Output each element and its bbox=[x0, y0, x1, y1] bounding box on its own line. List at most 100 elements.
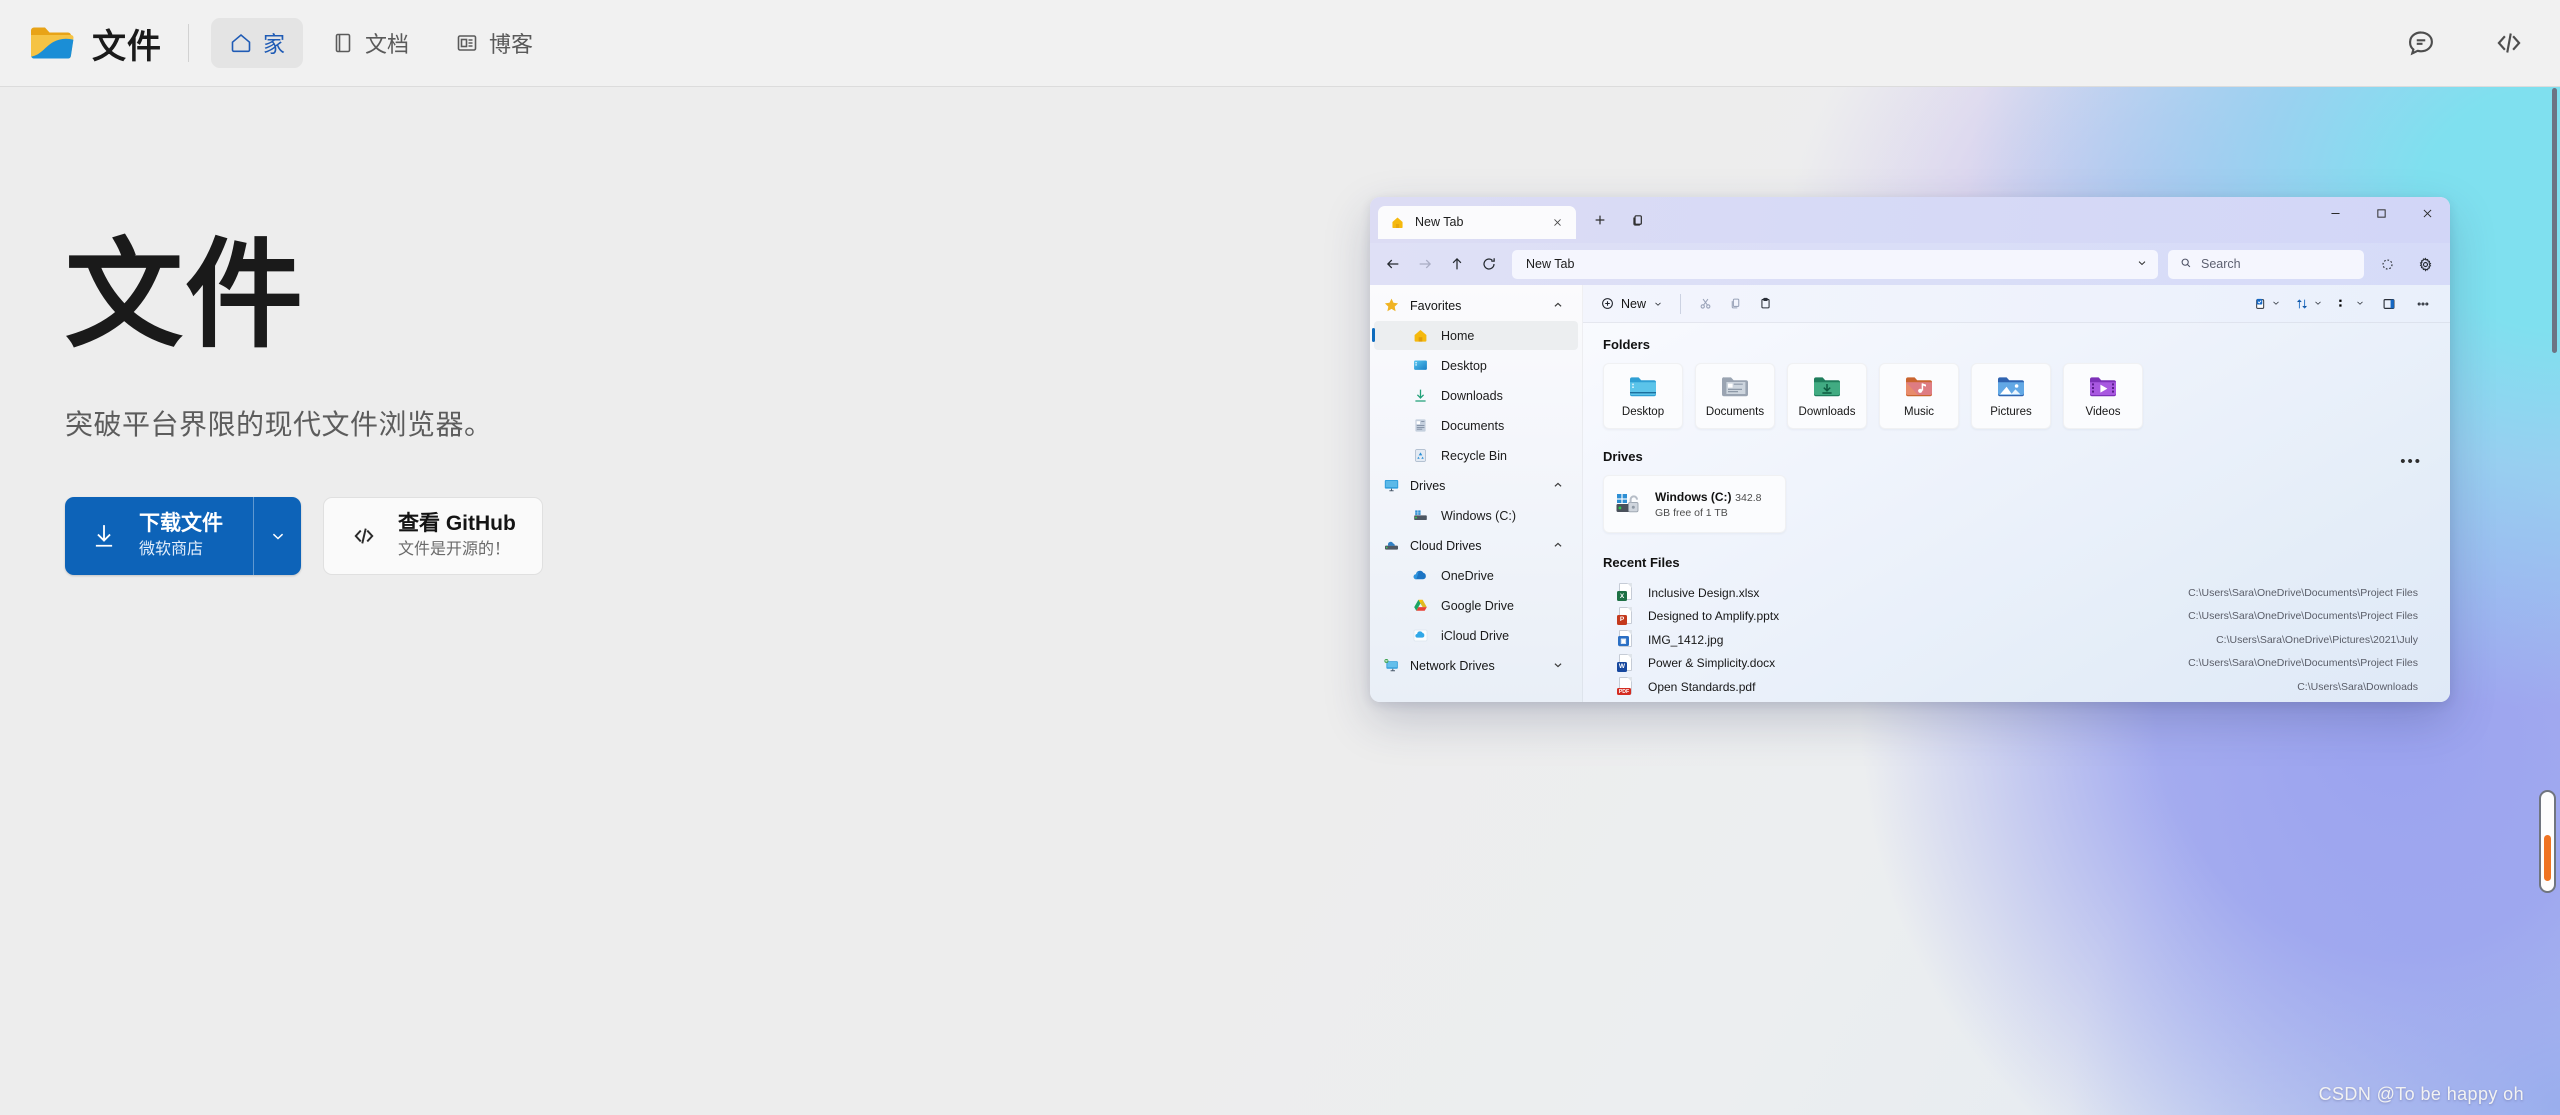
brand[interactable]: 文件 bbox=[28, 19, 162, 68]
view-layout-icon[interactable] bbox=[2332, 292, 2370, 315]
folder-card-desktop[interactable]: Desktop bbox=[1603, 363, 1683, 429]
more-options-icon[interactable]: ••• bbox=[2400, 454, 2422, 469]
drives-section-title: Drives bbox=[1603, 449, 1643, 464]
powerpoint-file-icon: P bbox=[1617, 606, 1634, 626]
sidebar-item-label: Google Drive bbox=[1441, 598, 1514, 613]
pictures-folder-icon bbox=[1996, 374, 2026, 399]
duplicate-tab-icon[interactable] bbox=[1624, 206, 1652, 234]
download-button[interactable]: 下载文件 微软商店 bbox=[65, 496, 301, 575]
paste-icon[interactable] bbox=[1750, 290, 1780, 318]
folder-card-downloads[interactable]: Downloads bbox=[1787, 363, 1867, 429]
close-button[interactable] bbox=[2404, 197, 2450, 229]
sidebar-item-desktop[interactable]: Desktop bbox=[1374, 351, 1578, 380]
sidebar-item-windows-c[interactable]: Windows (C:) bbox=[1374, 501, 1578, 530]
files-logo-icon bbox=[28, 23, 74, 63]
address-path-input[interactable]: New Tab bbox=[1512, 249, 2158, 279]
folder-card-label: Music bbox=[1903, 406, 1935, 418]
more-options-icon[interactable] bbox=[2408, 290, 2438, 318]
up-arrow-icon[interactable] bbox=[1442, 249, 1472, 279]
page-canvas: 文件 突破平台界限的现代文件浏览器。 下载文件 微软商店 查看 GitHub 文… bbox=[0, 87, 2560, 1115]
page-scrollbar-thumb[interactable] bbox=[2552, 88, 2557, 353]
recent-file-row[interactable]: W Power & Simplicity.docx C:\Users\Sara\… bbox=[1603, 652, 2428, 676]
address-path-value: New Tab bbox=[1526, 257, 1575, 271]
new-tab-button[interactable] bbox=[1586, 206, 1614, 234]
sidebar-group-network-drives[interactable]: Network Drives bbox=[1370, 651, 1582, 680]
recent-file-row[interactable]: PDF Open Standards.pdf C:\Users\Sara\Dow… bbox=[1603, 675, 2428, 699]
sidebar-item-downloads[interactable]: Downloads bbox=[1374, 381, 1578, 410]
maximize-button[interactable] bbox=[2358, 197, 2404, 229]
copy-icon[interactable] bbox=[1720, 290, 1750, 318]
google-drive-icon bbox=[1412, 597, 1429, 614]
page-scrollbar[interactable] bbox=[2548, 88, 2560, 1115]
chat-icon[interactable] bbox=[2406, 28, 2436, 58]
chevron-up-icon[interactable] bbox=[1552, 299, 1566, 313]
chevron-down-icon[interactable] bbox=[1552, 659, 1566, 673]
sidebar-item-icloud-drive[interactable]: iCloud Drive bbox=[1374, 621, 1578, 650]
folder-card-documents[interactable]: Documents bbox=[1695, 363, 1775, 429]
sidebar-group-label: Favorites bbox=[1410, 298, 1462, 313]
sidebar-item-label: Documents bbox=[1441, 418, 1505, 433]
sidebar-group-cloud-drives[interactable]: Cloud Drives bbox=[1370, 531, 1582, 560]
documents-icon bbox=[1412, 417, 1429, 434]
sidebar-item-documents[interactable]: Documents bbox=[1374, 411, 1578, 440]
forward-arrow-icon[interactable] bbox=[1410, 249, 1440, 279]
nav-tab-home[interactable]: 家 bbox=[211, 18, 304, 68]
minimize-button[interactable] bbox=[2312, 197, 2358, 229]
back-arrow-icon[interactable] bbox=[1378, 249, 1408, 279]
home-icon bbox=[229, 31, 253, 55]
recent-file-row[interactable]: ▣ IMG_1412.jpg C:\Users\Sara\OneDrive\Pi… bbox=[1603, 628, 2428, 652]
sidebar-group-drives[interactable]: Drives bbox=[1370, 471, 1582, 500]
folder-card-music[interactable]: Music bbox=[1879, 363, 1959, 429]
sync-status-icon[interactable] bbox=[2372, 249, 2402, 279]
download-button-main[interactable]: 下载文件 微软商店 bbox=[65, 497, 253, 575]
recycle-bin-icon bbox=[1412, 447, 1429, 464]
code-icon[interactable] bbox=[2494, 28, 2524, 58]
word-file-icon: W bbox=[1617, 653, 1634, 673]
sidebar-group-favorites[interactable]: Favorites bbox=[1370, 291, 1582, 320]
nav-tab-blog[interactable]: 博客 bbox=[437, 18, 551, 68]
new-button-label: New bbox=[1621, 296, 1647, 311]
chevron-up-icon[interactable] bbox=[1552, 539, 1566, 553]
explorer-scroll-area[interactable]: Folders Desktop Documents Downloads Musi… bbox=[1583, 323, 2450, 702]
side-scroll-indicator[interactable] bbox=[2539, 790, 2556, 893]
refresh-icon[interactable] bbox=[1474, 249, 1504, 279]
star-icon bbox=[1383, 297, 1400, 314]
network-drive-icon bbox=[1383, 657, 1400, 674]
documents-folder-icon bbox=[1720, 374, 1750, 399]
cut-icon[interactable] bbox=[1690, 290, 1720, 318]
chevron-down-icon[interactable] bbox=[2136, 257, 2148, 272]
sort-icon[interactable] bbox=[2290, 292, 2328, 315]
sidebar-item-home[interactable]: Home bbox=[1372, 321, 1578, 350]
excel-file-icon: X bbox=[1617, 583, 1634, 602]
explorer-tab[interactable]: New Tab bbox=[1378, 206, 1576, 239]
nav-tab-docs[interactable]: 文档 bbox=[313, 18, 427, 68]
sidebar-item-google-drive[interactable]: Google Drive bbox=[1374, 591, 1578, 620]
chevron-up-icon[interactable] bbox=[1552, 479, 1566, 493]
github-button-subtitle: 文件是开源的！ bbox=[398, 540, 511, 558]
sidebar-item-recycle-bin[interactable]: Recycle Bin bbox=[1374, 441, 1578, 470]
settings-gear-icon[interactable] bbox=[2410, 249, 2440, 279]
downloads-icon bbox=[1412, 387, 1429, 404]
brand-name: 文件 bbox=[92, 27, 162, 66]
desktop-icon bbox=[1412, 357, 1429, 374]
folder-card-pictures[interactable]: Pictures bbox=[1971, 363, 2051, 429]
drive-card-meta: Windows (C:) 342.8 GB free of 1 TB bbox=[1655, 489, 1773, 519]
github-button[interactable]: 查看 GitHub 文件是开源的！ bbox=[323, 496, 543, 575]
folder-card-videos[interactable]: Videos bbox=[2063, 363, 2143, 429]
new-button[interactable]: New bbox=[1593, 293, 1671, 315]
sidebar-item-onedrive[interactable]: OneDrive bbox=[1374, 561, 1578, 590]
details-pane-icon[interactable] bbox=[2374, 290, 2404, 318]
search-input[interactable]: Search bbox=[2168, 249, 2364, 279]
side-scroll-indicator-fill bbox=[2544, 835, 2551, 881]
recent-file-row[interactable]: P Designed to Amplify.pptx C:\Users\Sara… bbox=[1603, 605, 2428, 629]
app-header: 文件 家 文档 博客 bbox=[0, 0, 2560, 87]
drive-card-windows-c[interactable]: Windows (C:) 342.8 GB free of 1 TB bbox=[1603, 475, 1786, 533]
select-icon[interactable] bbox=[2248, 292, 2286, 315]
icloud-drive-icon bbox=[1412, 627, 1429, 644]
explorer-command-bar: New bbox=[1583, 285, 2450, 323]
recent-file-row[interactable]: X Inclusive Design.xlsx C:\Users\Sara\On… bbox=[1603, 581, 2428, 605]
hero-actions: 下载文件 微软商店 查看 GitHub 文件是开源的！ bbox=[65, 496, 543, 575]
download-button-dropdown[interactable] bbox=[253, 496, 301, 575]
close-tab-icon[interactable] bbox=[1548, 213, 1566, 231]
videos-folder-icon bbox=[2088, 374, 2118, 399]
